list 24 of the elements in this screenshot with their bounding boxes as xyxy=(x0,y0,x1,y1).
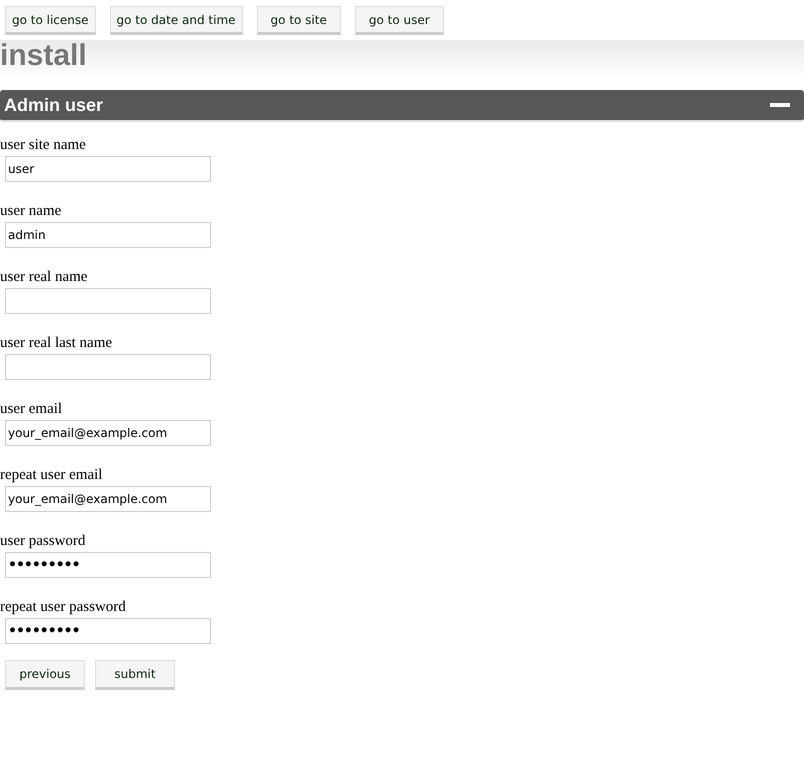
nav-button[interactable]: go to site xyxy=(256,6,341,35)
page-title: install xyxy=(0,40,87,72)
field-label: repeat user email xyxy=(0,467,104,485)
password-field[interactable]: ••••••••• xyxy=(5,552,211,578)
nav-button[interactable]: go to license xyxy=(5,6,96,35)
password-field[interactable]: ••••••••• xyxy=(5,618,211,644)
field-label: repeat user password xyxy=(0,599,127,617)
field-label: user real name xyxy=(0,269,88,287)
input-field[interactable]: your_email@example.com xyxy=(5,486,211,512)
input-field[interactable]: user xyxy=(5,156,211,182)
section-title: Admin user xyxy=(4,94,104,116)
field-label: user name xyxy=(0,203,62,221)
input-field[interactable]: your_email@example.com xyxy=(5,420,211,446)
field-label: user email xyxy=(0,401,64,419)
input-field[interactable] xyxy=(5,354,211,380)
input-field[interactable]: admin xyxy=(5,222,211,248)
field-label: user site name xyxy=(0,137,87,155)
field-label: user password xyxy=(0,533,86,551)
submit-button[interactable]: submit xyxy=(95,660,175,690)
nav-button[interactable]: go to user xyxy=(354,6,444,35)
input-field[interactable] xyxy=(5,288,211,314)
nav-button[interactable]: go to date and time xyxy=(110,6,243,35)
field-label: user real last name xyxy=(0,335,114,353)
previous-button[interactable]: previous xyxy=(5,660,85,690)
